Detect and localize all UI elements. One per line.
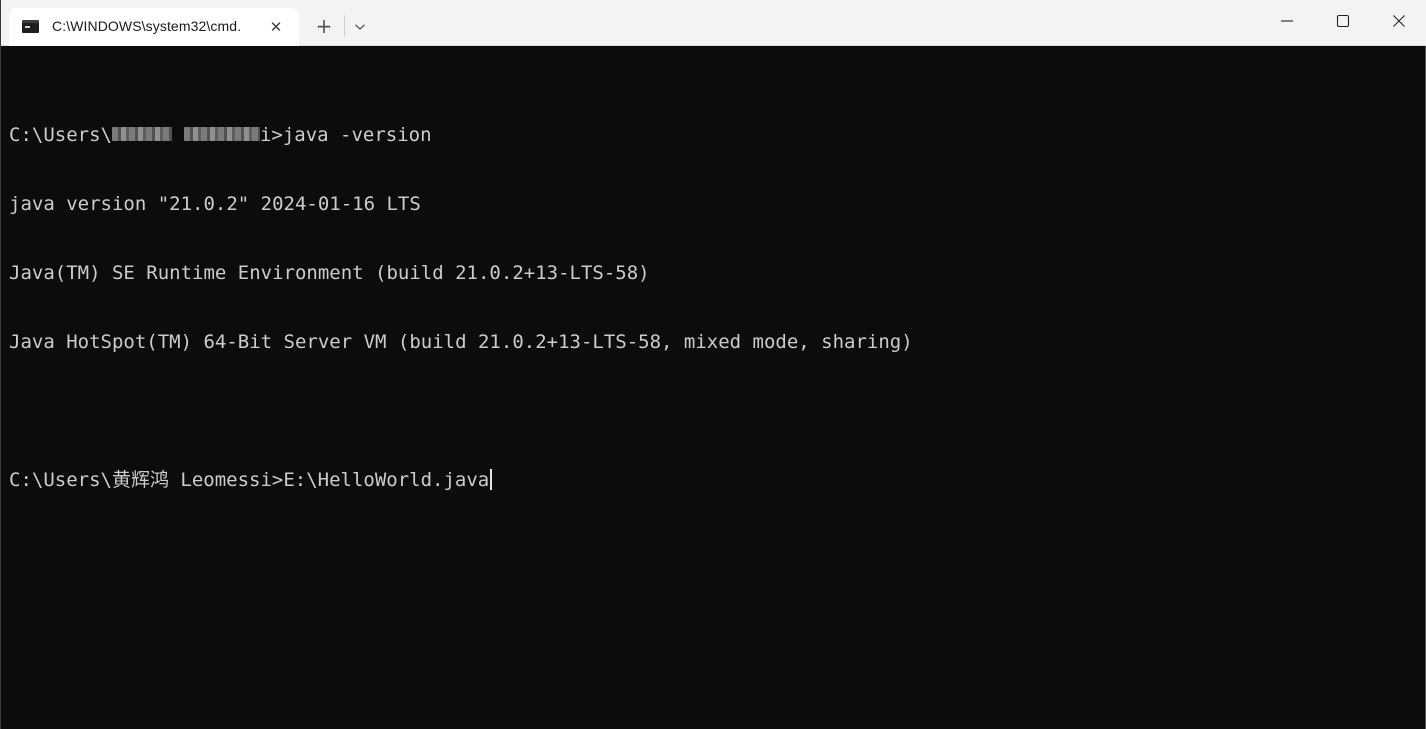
tab-dropdown-button[interactable]: [349, 14, 371, 40]
terminal-icon: [22, 20, 39, 33]
close-window-button[interactable]: [1371, 0, 1426, 42]
new-tab-button[interactable]: +: [311, 13, 337, 39]
maximize-button[interactable]: [1315, 0, 1371, 42]
chevron-down-icon: [355, 24, 365, 30]
current-command: C:\Users\黄辉鸿 Leomessi>E:\HelloWorld.java: [9, 469, 490, 491]
terminal-window: C:\WINDOWS\system32\cmd. ✕ + C:\Users\ i…: [0, 0, 1426, 729]
terminal-line-prompt-1: C:\Users\ i>java -version: [9, 124, 1425, 147]
prompt-command: i>java -version: [259, 124, 432, 146]
terminal-output[interactable]: C:\Users\ i>java -version java version "2…: [9, 78, 1425, 538]
terminal-line-prompt-2: C:\Users\黄辉鸿 Leomessi>E:\HelloWorld.java: [9, 469, 1425, 492]
terminal-line-output: Java HotSpot(TM) 64-Bit Server VM (build…: [9, 331, 913, 353]
title-bar[interactable]: C:\WINDOWS\system32\cmd. ✕ +: [1, 0, 1426, 46]
maximize-icon: [1336, 14, 1350, 28]
prompt-prefix: C:\Users\: [9, 124, 112, 146]
minimize-button[interactable]: [1259, 0, 1315, 42]
tab-cmd[interactable]: C:\WINDOWS\system32\cmd. ✕: [9, 8, 299, 46]
minimize-icon: [1281, 20, 1293, 22]
tab-title: C:\WINDOWS\system32\cmd.: [52, 18, 242, 34]
terminal-line-output: Java(TM) SE Runtime Environment (build 2…: [9, 262, 650, 284]
tab-close-button[interactable]: ✕: [264, 15, 288, 39]
text-cursor: [490, 469, 493, 490]
redacted-username: [111, 126, 172, 141]
close-icon: [1393, 15, 1405, 27]
terminal-line-output: java version "21.0.2" 2024-01-16 LTS: [9, 193, 421, 215]
tab-divider: [344, 15, 345, 37]
redacted-username-2: [183, 126, 260, 141]
